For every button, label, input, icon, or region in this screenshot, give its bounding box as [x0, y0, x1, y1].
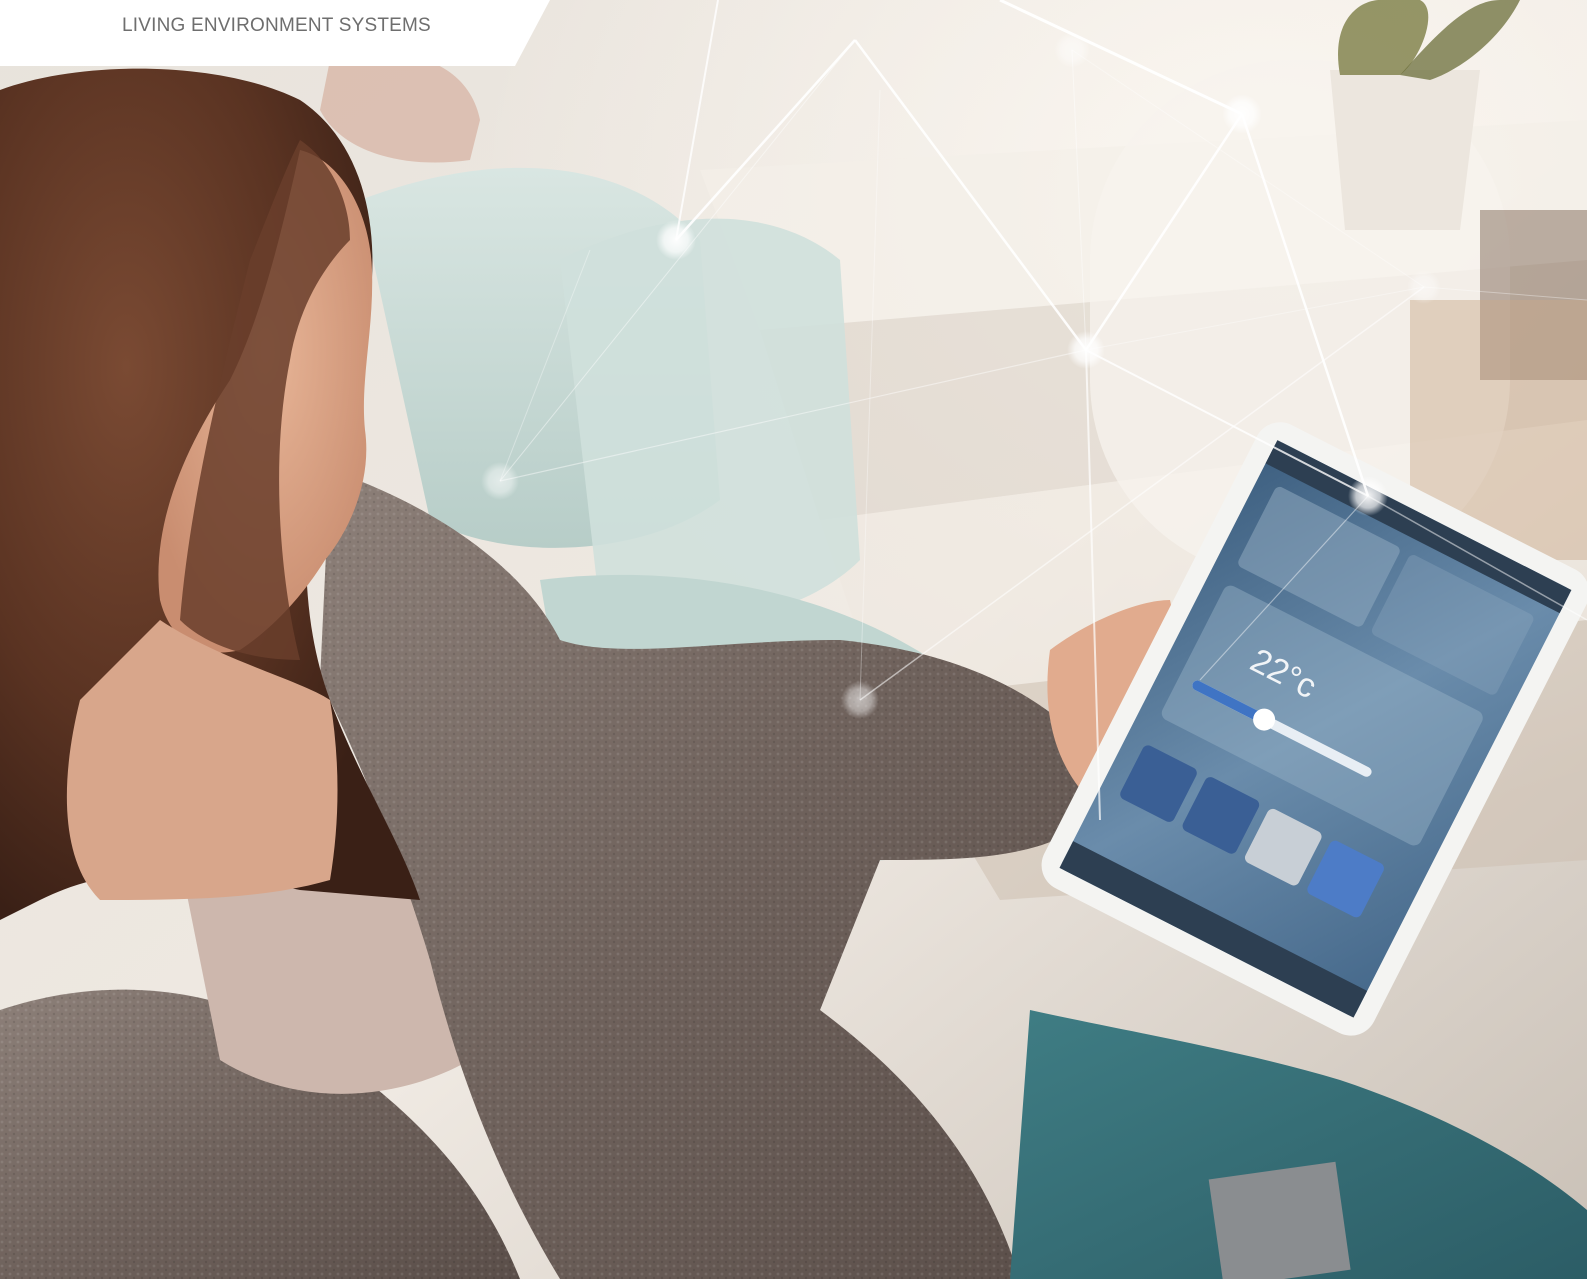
network-node: [1067, 331, 1105, 369]
network-node: [1054, 32, 1090, 68]
photo-page: 22°c LIVING ENVIRONMENT SYSTEMS: [0, 0, 1587, 1279]
scene-photo: 22°c: [0, 0, 1587, 1279]
network-node: [1407, 270, 1441, 304]
section-header-tab: LIVING ENVIRONMENT SYSTEMS: [0, 0, 560, 66]
network-node: [841, 681, 879, 719]
section-header-label: LIVING ENVIRONMENT SYSTEMS: [122, 15, 431, 36]
network-node: [1222, 94, 1262, 134]
network-node: [481, 462, 519, 500]
network-node: [1348, 476, 1388, 516]
network-node: [656, 220, 696, 260]
